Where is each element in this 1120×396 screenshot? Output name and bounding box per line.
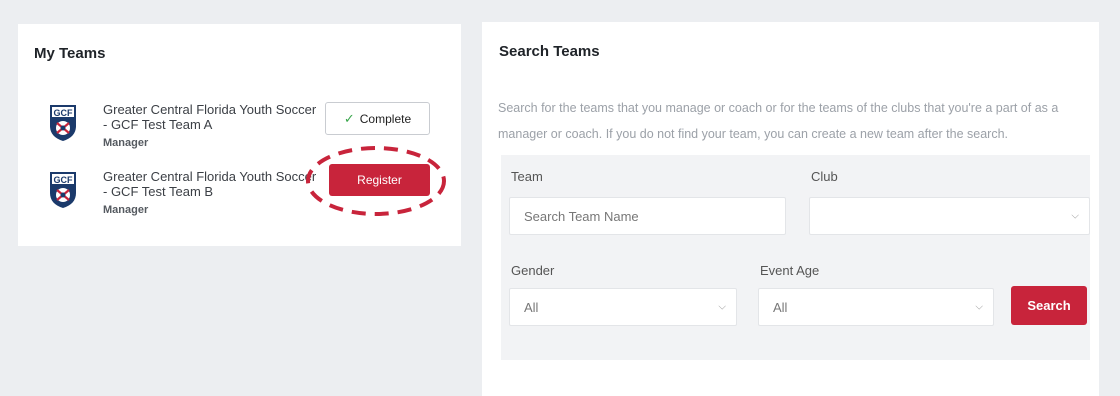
team-search-placeholder: Search Team Name xyxy=(524,208,639,224)
svg-text:GCF: GCF xyxy=(54,108,74,118)
team-search-input[interactable]: Search Team Name xyxy=(509,197,786,235)
check-icon: ✓ xyxy=(343,110,355,126)
search-teams-card: Search Teams Search for the teams that y… xyxy=(482,22,1099,396)
team-role: Manager xyxy=(103,204,149,216)
team-name: Greater Central Florida Youth Soccer - G… xyxy=(103,102,317,132)
club-select[interactable]: ⌵ xyxy=(809,197,1090,235)
team-label: Team xyxy=(511,169,543,184)
club-label: Club xyxy=(811,169,838,184)
complete-button[interactable]: ✓ Complete xyxy=(325,102,430,135)
svg-text:GCF: GCF xyxy=(54,175,74,185)
gender-label: Gender xyxy=(511,263,555,278)
gcf-logo-icon: GCF xyxy=(50,105,76,141)
search-teams-title: Search Teams xyxy=(499,43,600,60)
filter-panel: Team Search Team Name Club ⌵ Gender All … xyxy=(501,155,1090,360)
event-age-value: All xyxy=(773,299,788,315)
chevron-down-icon: ⌵ xyxy=(975,301,983,313)
chevron-down-icon: ⌵ xyxy=(718,301,726,313)
event-age-label: Event Age xyxy=(760,263,820,278)
event-age-select[interactable]: All ⌵ xyxy=(758,288,994,326)
my-teams-title: My Teams xyxy=(34,45,106,62)
my-teams-card: My Teams GCF Greater Central Florida You… xyxy=(18,24,461,246)
team-row: GCF Greater Central Florida Youth Soccer… xyxy=(18,146,461,227)
team-role: Manager xyxy=(103,137,149,149)
search-button[interactable]: Search xyxy=(1011,286,1087,325)
register-button[interactable]: Register xyxy=(329,164,430,196)
gender-select[interactable]: All ⌵ xyxy=(509,288,737,326)
chevron-down-icon: ⌵ xyxy=(1071,210,1079,222)
search-description: Search for the teams that you manage or … xyxy=(498,101,1059,141)
gcf-logo-icon: GCF xyxy=(50,172,76,208)
team-name: Greater Central Florida Youth Soccer - G… xyxy=(103,169,317,199)
complete-label: Complete xyxy=(359,111,412,126)
gender-value: All xyxy=(524,299,539,315)
